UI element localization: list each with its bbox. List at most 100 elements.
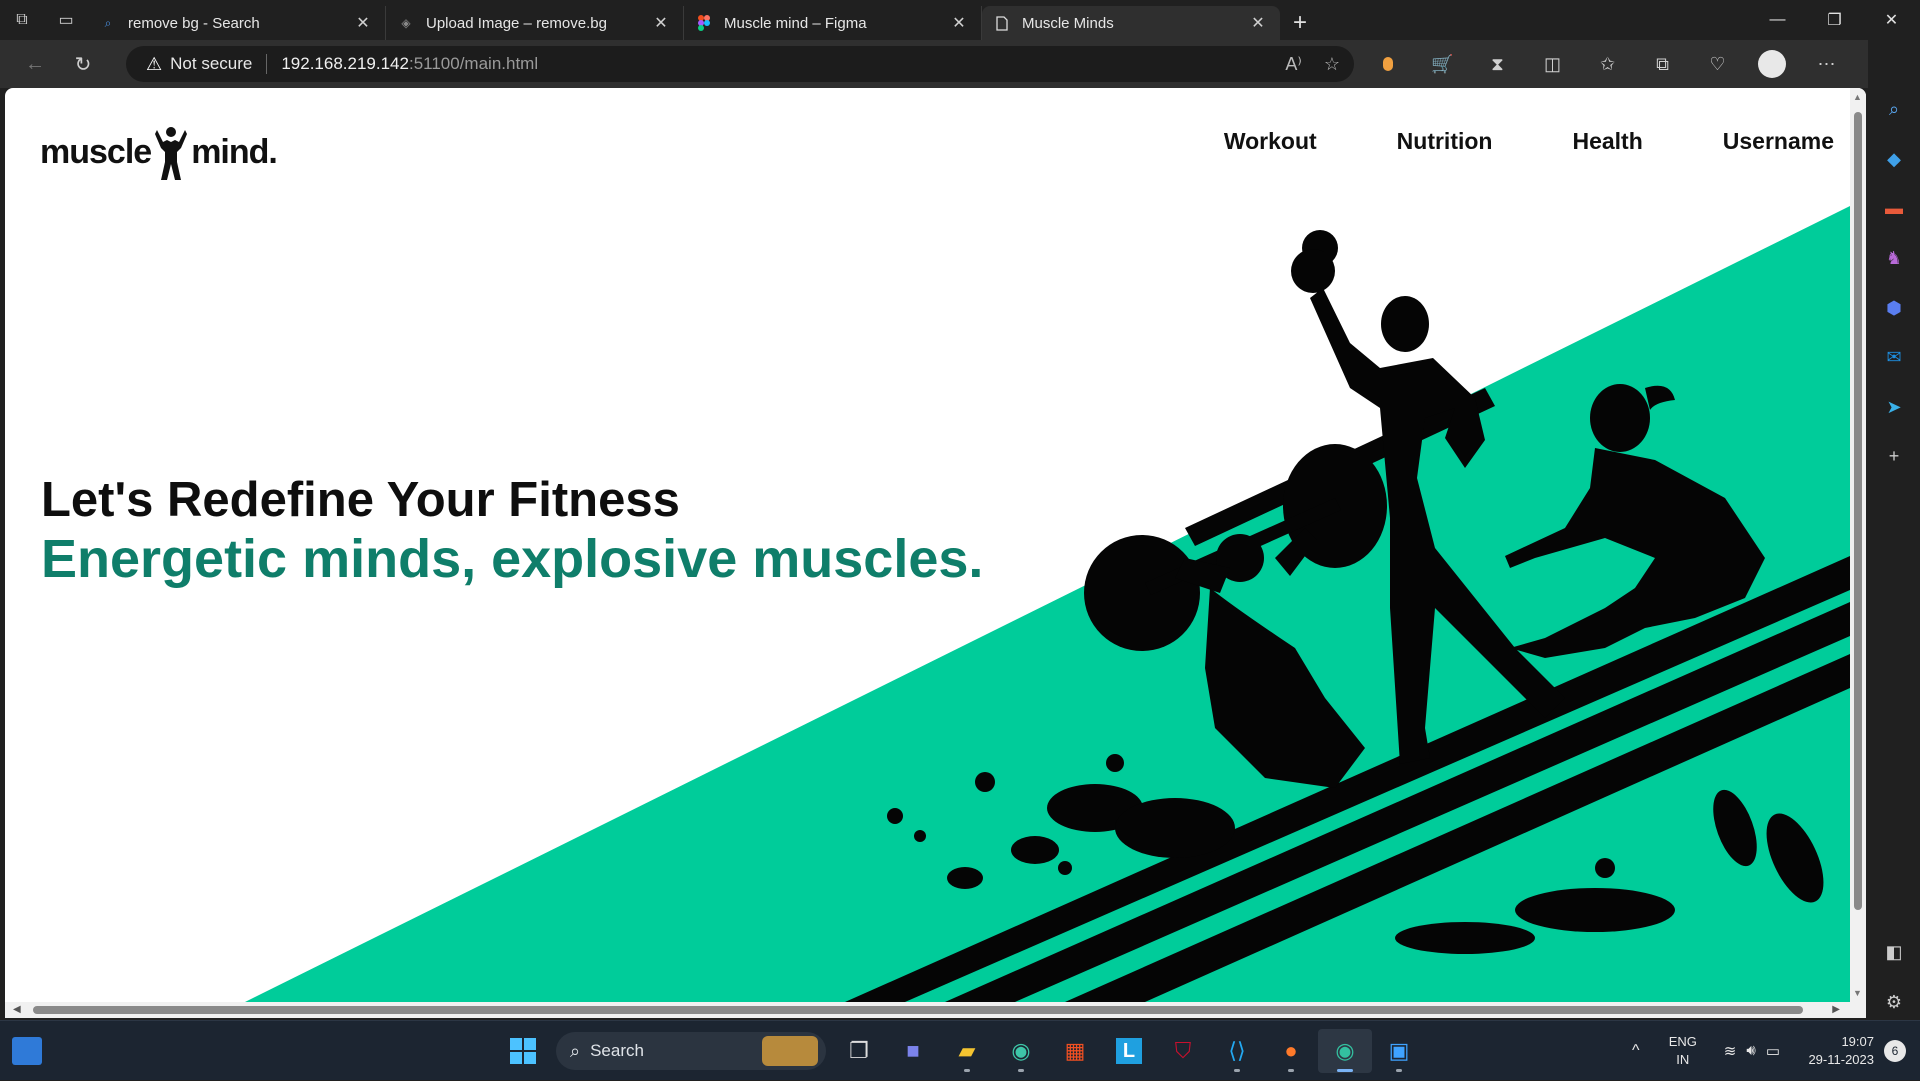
close-tab-icon[interactable]: ✕	[949, 13, 969, 33]
more-menu-icon[interactable]: ⋯	[1799, 40, 1854, 88]
volume-icon: 🔊︎	[1746, 1042, 1756, 1059]
firefox-icon[interactable]: ●	[1264, 1029, 1318, 1073]
tab-title: Upload Image – remove.bg	[426, 14, 607, 32]
lang-region: IN	[1676, 1052, 1690, 1067]
windows-taskbar: ⌕ Search ❐ ■ ▰ ◉ ▦ L ⛉ ⟨⟩ ● ◉ ▣ ^ ENG IN…	[0, 1020, 1920, 1080]
profile-avatar[interactable]	[1758, 50, 1786, 78]
system-tray: ^ ENG IN ≋ 🔊︎ ▭ 19:07 29-11-2023 6	[1618, 1021, 1920, 1081]
bodybuilder-logo-icon	[155, 127, 188, 180]
horizontal-scroll-thumb[interactable]	[33, 1006, 1803, 1014]
widgets-icon[interactable]	[12, 1037, 42, 1065]
task-view-icon[interactable]: ❐	[832, 1029, 886, 1073]
sidebar-toggle-icon[interactable]: ◧	[1876, 935, 1912, 971]
scroll-left-icon[interactable]: ◀	[13, 1004, 21, 1015]
mcafee-icon[interactable]: ⛉	[1156, 1029, 1210, 1073]
file-explorer-icon[interactable]: ▰	[940, 1029, 994, 1073]
quick-settings[interactable]: ≋ 🔊︎ ▭	[1712, 1042, 1792, 1060]
scroll-down-icon[interactable]: ▼	[1853, 988, 1862, 998]
search-highlight-image	[762, 1036, 818, 1066]
minimize-icon[interactable]: —	[1749, 0, 1806, 40]
horizontal-scrollbar[interactable]: ◀ ▶	[5, 1002, 1866, 1018]
hero-tagline: Energetic minds, explosive muscles.	[41, 529, 984, 589]
collections-icon[interactable]: ⧉	[1635, 40, 1690, 88]
copilot-app-icon[interactable]: ⬢	[1876, 290, 1912, 326]
search-label: Search	[590, 1041, 644, 1060]
tab-remove-bg-search[interactable]: ⌕ remove bg - Search ✕	[88, 6, 386, 40]
battery-icon: ▭	[1765, 1043, 1780, 1060]
back-icon[interactable]: ←	[14, 46, 56, 82]
shopping-tag-icon[interactable]: ◆	[1876, 142, 1912, 178]
scroll-up-icon[interactable]: ▲	[1853, 92, 1862, 102]
search-icon: ⌕	[104, 15, 112, 30]
workspaces-icon[interactable]: ⧉	[0, 0, 44, 40]
photos-icon[interactable]: ▣	[1372, 1029, 1426, 1073]
barbell-plate-left	[1084, 535, 1200, 651]
divider	[266, 54, 268, 74]
settings-gear-icon[interactable]: ⚙	[1876, 984, 1912, 1020]
nav-username[interactable]: Username	[1723, 128, 1834, 155]
start-icon[interactable]	[496, 1029, 550, 1073]
vertical-scroll-thumb[interactable]	[1854, 112, 1862, 910]
notification-badge[interactable]: 6	[1884, 1040, 1906, 1062]
l-app-icon[interactable]: L	[1102, 1029, 1156, 1073]
browser-essentials-icon[interactable]: ♡	[1690, 40, 1745, 88]
taskbar-search[interactable]: ⌕ Search	[556, 1032, 826, 1070]
favorite-star-icon[interactable]: ☆	[1324, 54, 1340, 75]
tab-title: Muscle mind – Figma	[724, 14, 867, 32]
language-indicator[interactable]: ENG IN	[1654, 1033, 1712, 1069]
chevron-up-icon[interactable]: ^	[1618, 1042, 1654, 1060]
logo-text-right: mind.	[191, 132, 278, 171]
edge-dev-icon[interactable]: ◉	[994, 1029, 1048, 1073]
close-window-icon[interactable]: ✕	[1863, 0, 1920, 40]
clock-time: 19:07	[1841, 1034, 1874, 1049]
nav-nutrition[interactable]: Nutrition	[1397, 128, 1493, 155]
split-screen-icon[interactable]: ◫	[1525, 40, 1580, 88]
address-bar[interactable]: ⚠ Not secure 192.168.219.142:51100/main.…	[126, 46, 1354, 82]
tab-muscle-minds[interactable]: Muscle Minds ✕	[982, 6, 1280, 40]
vscode-icon[interactable]: ⟨⟩	[1210, 1029, 1264, 1073]
games-icon[interactable]: ♞	[1876, 241, 1912, 277]
hero-diagonal-background	[245, 206, 1850, 1002]
send-icon[interactable]: ➤	[1876, 390, 1912, 426]
url-path: :51100/main.html	[408, 54, 539, 73]
security-label[interactable]: Not secure	[170, 54, 252, 74]
teams-meet-icon[interactable]: ■	[886, 1029, 940, 1073]
close-tab-icon[interactable]: ✕	[651, 13, 671, 33]
clock[interactable]: 19:07 29-11-2023	[1792, 1033, 1874, 1069]
page-viewport: muscle mind. Workout Nutrition Health Us…	[5, 88, 1866, 1018]
tab-title: remove bg - Search	[128, 14, 260, 32]
extensions-icon[interactable]: ⧗	[1470, 40, 1525, 88]
restore-icon[interactable]: ❐	[1806, 0, 1863, 40]
favorites-icon[interactable]: ✩	[1580, 40, 1635, 88]
tab-upload-image[interactable]: ◈ Upload Image – remove.bg ✕	[386, 6, 684, 40]
refresh-icon[interactable]: ↻	[62, 46, 104, 82]
site-logo[interactable]: muscle mind.	[40, 122, 278, 182]
close-tab-icon[interactable]: ✕	[353, 13, 373, 33]
outlook-icon[interactable]: ✉	[1876, 340, 1912, 376]
browser-tab-strip: ⧉ ▭ ⌕ remove bg - Search ✕ ◈ Upload Imag…	[0, 0, 1920, 40]
edge-icon[interactable]: ◉	[1318, 1029, 1372, 1073]
search-icon[interactable]: ⌕	[1876, 92, 1912, 128]
nav-workout[interactable]: Workout	[1224, 128, 1317, 155]
site-nav: Workout Nutrition Health Username	[1144, 128, 1834, 155]
tab-actions-icon[interactable]: ▭	[44, 0, 88, 40]
tab-title: Muscle Minds	[1022, 14, 1114, 32]
scroll-right-icon[interactable]: ▶	[1832, 1004, 1840, 1015]
browser-toolbar: ← ↻ ⚠ Not secure 192.168.219.142:51100/m…	[0, 40, 1920, 88]
nav-health[interactable]: Health	[1572, 128, 1642, 155]
add-icon[interactable]: +	[1876, 439, 1912, 475]
extension-orange-icon[interactable]	[1360, 40, 1415, 88]
tools-icon[interactable]: ▬	[1876, 191, 1912, 227]
microsoft-store-icon[interactable]: ▦	[1048, 1029, 1102, 1073]
search-icon: ⌕	[570, 1040, 581, 1061]
tab-figma[interactable]: Muscle mind – Figma ✕	[684, 6, 982, 40]
edge-sidebar: ⌕ ◆ ▬ ♞ ⬢ ✉ ➤ + ◧ ⚙	[1868, 40, 1920, 1020]
clock-date: 29-11-2023	[1808, 1052, 1874, 1067]
close-tab-icon[interactable]: ✕	[1248, 13, 1268, 33]
read-aloud-icon[interactable]: A⁾	[1285, 54, 1301, 75]
logo-text-left: muscle	[40, 132, 152, 171]
cart-icon[interactable]: 🛒	[1415, 40, 1470, 88]
hero-headline: Let's Redefine Your Fitness	[41, 473, 680, 527]
new-tab-button[interactable]: +	[1280, 6, 1320, 40]
vertical-scrollbar[interactable]: ▲ ▼	[1850, 88, 1866, 1002]
